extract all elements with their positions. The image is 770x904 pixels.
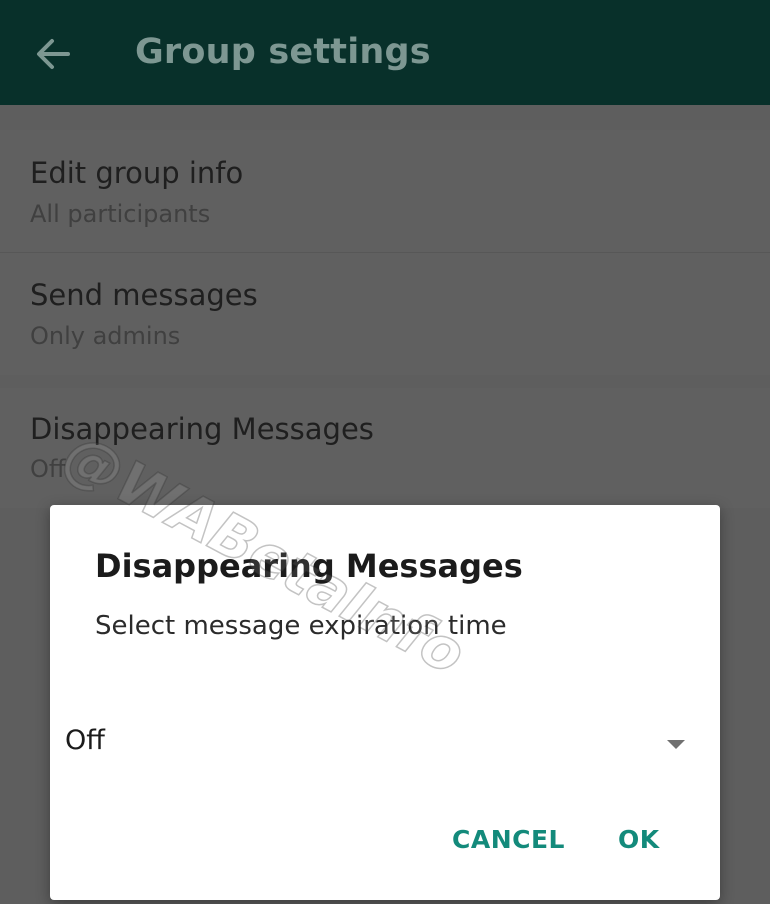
settings-item-subtitle: Only admins: [30, 322, 181, 350]
select-value: Off: [65, 725, 105, 756]
settings-item-title: Send messages: [30, 278, 258, 312]
arrow-left-icon[interactable]: [34, 36, 72, 72]
settings-section-permissions: Edit group info All participants Send me…: [0, 130, 770, 375]
dialog-message: Select message expiration time: [95, 611, 507, 641]
expiration-time-select[interactable]: Off: [50, 710, 720, 770]
settings-item-subtitle: Off: [30, 455, 66, 483]
settings-item-title: Disappearing Messages: [30, 412, 374, 446]
settings-item-subtitle: All participants: [30, 200, 211, 228]
settings-item-disappearing-messages[interactable]: Disappearing Messages Off: [0, 388, 770, 508]
ok-button[interactable]: OK: [618, 815, 660, 865]
page-title: Group settings: [135, 32, 431, 72]
cancel-button[interactable]: CANCEL: [452, 815, 565, 865]
settings-item-title: Edit group info: [30, 156, 244, 190]
app-bar: Group settings: [0, 0, 770, 105]
disappearing-messages-dialog: Disappearing Messages Select message exp…: [50, 505, 720, 900]
settings-item-edit-group-info[interactable]: Edit group info All participants: [0, 130, 770, 252]
settings-item-send-messages[interactable]: Send messages Only admins: [0, 253, 770, 375]
settings-section-disappearing: Disappearing Messages Off: [0, 388, 770, 508]
dialog-title: Disappearing Messages: [95, 547, 523, 585]
dropdown-arrow-icon[interactable]: [667, 740, 685, 749]
